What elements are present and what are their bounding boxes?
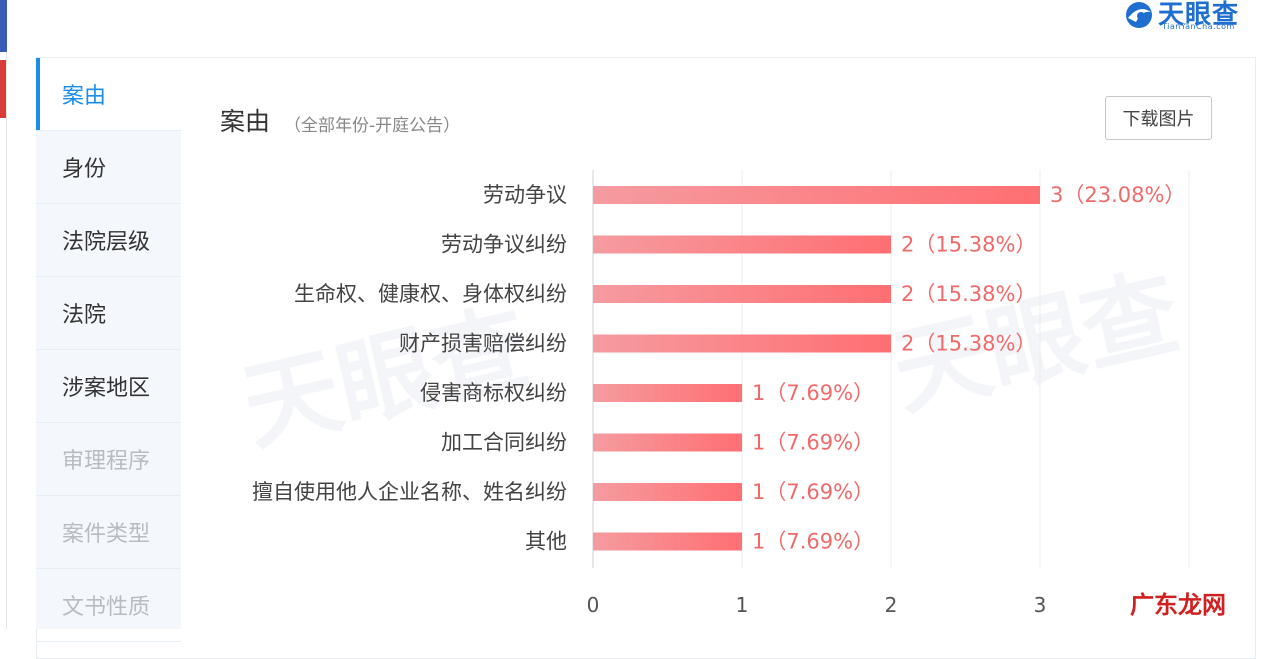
bar[interactable]	[593, 384, 742, 402]
bar[interactable]	[593, 285, 891, 303]
x-tick-label: 3	[1034, 593, 1047, 617]
category-label: 擅自使用他人企业名称、姓名纠纷	[252, 480, 567, 504]
value-label: 1（7.69%）	[752, 381, 874, 405]
corner-watermark-text: 广东龙网	[1130, 591, 1226, 619]
category-label: 其他	[525, 530, 567, 554]
category-label: 劳动争议	[483, 183, 567, 207]
category-label: 生命权、健康权、身体权纠纷	[294, 282, 567, 306]
value-label: 1（7.69%）	[752, 530, 874, 554]
value-label: 1（7.69%）	[752, 431, 874, 455]
value-label: 2（15.38%）	[901, 332, 1036, 356]
value-label: 2（15.38%）	[901, 282, 1036, 306]
category-label: 加工合同纠纷	[441, 431, 567, 455]
category-label: 劳动争议纠纷	[441, 233, 567, 257]
category-label: 财产损害赔偿纠纷	[399, 332, 567, 356]
bar[interactable]	[593, 334, 891, 353]
category-label: 侵害商标权纠纷	[420, 381, 567, 405]
grid-layer	[741, 170, 1190, 568]
bar[interactable]	[593, 433, 742, 452]
x-tick-label: 2	[885, 593, 898, 617]
value-label: 3（23.08%）	[1050, 183, 1185, 207]
bar[interactable]	[593, 532, 742, 551]
bar[interactable]	[593, 235, 891, 254]
bar[interactable]	[593, 186, 1040, 204]
bar-chart: 0 1 2 3 劳动争议 3（23.08%） 劳动争议纠纷 2（15.38%） 生命权、健康权…	[252, 170, 1190, 617]
bar[interactable]	[593, 483, 742, 501]
x-tick-label: 0	[587, 593, 600, 617]
value-label: 1（7.69%）	[752, 480, 874, 504]
value-label: 2（15.38%）	[901, 233, 1036, 257]
x-tick-label: 1	[736, 593, 749, 617]
